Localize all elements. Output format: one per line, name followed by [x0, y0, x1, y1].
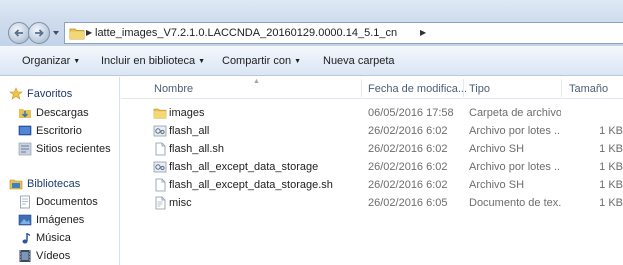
file-icon [155, 142, 166, 156]
documents-icon [20, 195, 30, 209]
file-name: flash_all [169, 125, 210, 137]
navigation-buttons [8, 22, 60, 44]
breadcrumb-current-folder[interactable]: latte_images_V7.2.1.0.LACCNDA_20160129.0… [95, 27, 397, 39]
include-in-library-button[interactable]: Incluir en biblioteca ▼ [101, 55, 205, 67]
forward-button[interactable] [28, 22, 50, 44]
file-date: 26/02/2016 6:02 [368, 161, 448, 173]
batch-file-icon [153, 125, 167, 137]
dropdown-arrow-icon: ▼ [198, 58, 206, 65]
file-row[interactable]: flash_all_except_data_storage 26/02/2016… [121, 158, 623, 176]
file-date: 26/02/2016 6:02 [368, 179, 448, 191]
file-size: 1 KB [599, 179, 623, 191]
file-name: misc [169, 197, 192, 209]
file-icon [155, 178, 166, 192]
address-bar-band: ▶ latte_images_V7.2.1.0.LACCNDA_20160129… [0, 0, 623, 46]
include-library-label: Incluir en biblioteca [101, 55, 196, 67]
organize-label: Organizar [22, 55, 71, 67]
sidebar-libraries-label: Bibliotecas [27, 178, 81, 190]
file-date: 26/02/2016 6:02 [368, 143, 448, 155]
desktop-icon [18, 125, 32, 136]
file-date: 06/05/2016 17:58 [368, 107, 454, 119]
file-type: Archivo SH [469, 143, 525, 155]
sidebar-item-label: Imágenes [36, 214, 85, 226]
video-icon [19, 250, 31, 262]
star-icon [9, 87, 23, 100]
file-type: Carpeta de archivos [469, 107, 561, 119]
column-divider[interactable] [361, 79, 362, 97]
forward-arrow-icon [35, 29, 44, 37]
file-size: 1 KB [599, 125, 623, 137]
sort-indicator-icon: ▲ [253, 78, 260, 85]
file-name: flash_all.sh [169, 143, 225, 155]
new-folder-button[interactable]: Nueva carpeta [323, 55, 395, 67]
column-header-type[interactable]: Tipo [469, 83, 490, 95]
recent-pages-dropdown-icon[interactable] [52, 29, 60, 37]
organize-menu-button[interactable]: Organizar ▼ [22, 55, 80, 67]
libraries-icon [9, 179, 23, 190]
music-note-icon [22, 233, 30, 244]
file-list-pane: ▲ Nombre Fecha de modifica... Tipo Tamañ… [121, 77, 623, 265]
file-type: Documento de tex... [469, 197, 561, 209]
column-divider[interactable] [463, 79, 464, 97]
dropdown-arrow-icon: ▼ [294, 58, 302, 65]
column-header-name[interactable]: Nombre [154, 83, 193, 95]
file-row[interactable]: misc 26/02/2016 6:05 Documento de tex...… [121, 194, 623, 212]
address-box[interactable]: ▶ latte_images_V7.2.1.0.LACCNDA_20160129… [64, 22, 623, 44]
chevron-right-icon[interactable]: ▶ [86, 28, 92, 37]
column-header-date[interactable]: Fecha de modifica... [368, 83, 467, 95]
file-type: Archivo por lotes ... [469, 161, 561, 173]
recent-places-icon [18, 142, 32, 156]
column-headers: ▲ Nombre Fecha de modifica... Tipo Tamañ… [121, 77, 623, 99]
chevron-right-icon[interactable]: ▶ [420, 28, 426, 37]
share-with-button[interactable]: Compartir con ▼ [222, 55, 301, 67]
file-size: 1 KB [599, 143, 623, 155]
dropdown-arrow-icon: ▼ [73, 58, 81, 65]
sidebar-item-label: Sitios recientes [36, 143, 111, 155]
sidebar-item-label: Vídeos [36, 250, 71, 262]
folder-icon [153, 108, 167, 119]
sidebar-item-label: Descargas [36, 107, 89, 119]
file-name: images [169, 107, 205, 119]
text-file-icon [155, 196, 166, 210]
column-divider[interactable] [561, 79, 562, 97]
file-row[interactable]: images 06/05/2016 17:58 Carpeta de archi… [121, 104, 623, 122]
file-size: 1 KB [599, 161, 623, 173]
file-name: flash_all_except_data_storage.sh [169, 179, 333, 191]
navigation-pane: Favoritos Descargas Escritorio Sitios re… [0, 77, 120, 265]
file-type: Archivo SH [469, 179, 525, 191]
folder-icon [69, 28, 85, 40]
share-label: Compartir con [222, 55, 292, 67]
file-row[interactable]: flash_all_except_data_storage.sh 26/02/2… [121, 176, 623, 194]
back-button[interactable] [8, 22, 30, 44]
file-size: 1 KB [599, 197, 623, 209]
batch-file-icon [153, 161, 167, 173]
file-row[interactable]: flash_all.sh 26/02/2016 6:02 Archivo SH … [121, 140, 623, 158]
sidebar-favorites-label: Favoritos [27, 88, 73, 100]
sidebar-item-label: Escritorio [36, 125, 82, 137]
back-arrow-icon [14, 29, 23, 37]
command-toolbar: Organizar ▼ Incluir en biblioteca ▼ Compar… [0, 46, 623, 76]
pictures-icon [18, 214, 32, 226]
file-date: 26/02/2016 6:02 [368, 125, 448, 137]
column-header-size[interactable]: Tamaño [569, 83, 608, 95]
file-row[interactable]: flash_all 26/02/2016 6:02 Archivo por lo… [121, 122, 623, 140]
sidebar-item-label: Documentos [36, 196, 98, 208]
file-type: Archivo por lotes ... [469, 125, 561, 137]
downloads-folder-icon [19, 109, 31, 118]
file-name: flash_all_except_data_storage [169, 161, 319, 173]
sidebar-item-label: Música [36, 232, 71, 244]
file-date: 26/02/2016 6:05 [368, 197, 448, 209]
